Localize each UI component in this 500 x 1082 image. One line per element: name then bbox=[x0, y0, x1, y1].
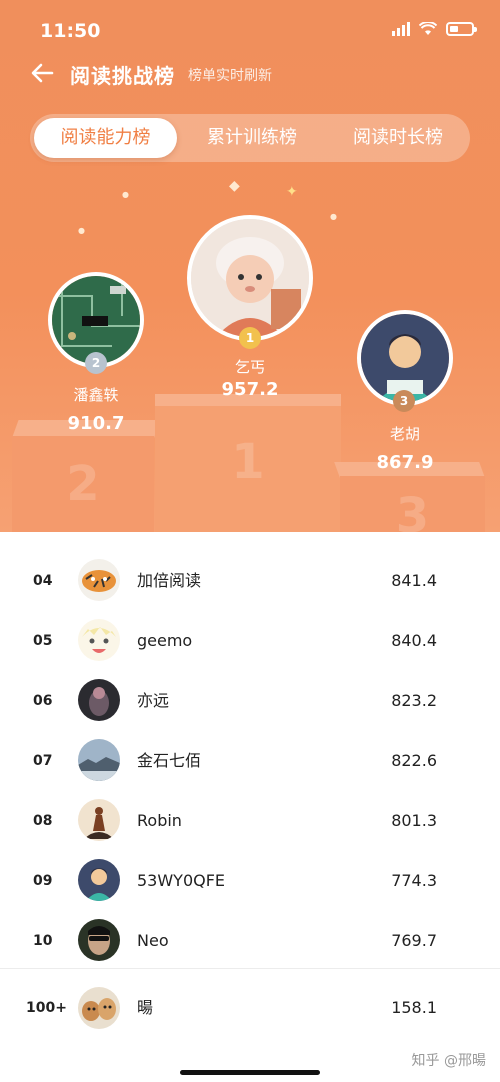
podium-number-third: 3 bbox=[395, 488, 430, 532]
home-indicator[interactable] bbox=[180, 1070, 320, 1075]
sparkle-icon: ● bbox=[330, 212, 337, 221]
ranking-row[interactable]: 05 geemo 840.4 bbox=[0, 611, 500, 671]
rank-number: 07 bbox=[33, 753, 53, 769]
battery-icon bbox=[446, 22, 477, 36]
tiger-avatar bbox=[78, 559, 120, 601]
user-score: 769.7 bbox=[391, 931, 437, 950]
silhouette-avatar bbox=[78, 799, 120, 841]
ranking-row[interactable]: 07 金石七佰 822.6 bbox=[0, 731, 500, 791]
wifi-icon bbox=[419, 22, 437, 35]
default-reader-avatar bbox=[78, 859, 120, 901]
zhihu-watermark: 知乎 @邢暘 bbox=[411, 1053, 486, 1069]
sparkle-icon: ✦ bbox=[286, 184, 298, 200]
my-user-score: 158.1 bbox=[391, 998, 437, 1017]
my-rank-row[interactable]: 100+ 暘 158.1 bbox=[0, 968, 500, 1046]
user-name: 亦远 bbox=[137, 691, 170, 710]
user-name: Robin bbox=[137, 811, 182, 830]
ranking-row[interactable]: 06 亦远 823.2 bbox=[0, 671, 500, 731]
user-name: 金石七佰 bbox=[137, 751, 202, 770]
tab-reading-ability[interactable]: 阅读能力榜 bbox=[34, 118, 177, 158]
user-score: 841.4 bbox=[391, 571, 437, 590]
user-name: Neo bbox=[137, 931, 169, 950]
rank-number: 04 bbox=[33, 573, 53, 589]
user-name: 加倍阅读 bbox=[137, 571, 202, 590]
ranking-row[interactable]: 10 Neo 769.7 bbox=[0, 911, 500, 971]
bronze-medal-badge: 3 bbox=[393, 390, 415, 412]
default-reader-icon bbox=[361, 314, 449, 402]
status-time: 11:50 bbox=[40, 20, 101, 42]
status-icons bbox=[392, 22, 477, 36]
page-title: 阅读挑战榜 bbox=[70, 64, 175, 88]
user-score: 801.3 bbox=[391, 811, 437, 830]
sparkle-icon: ● bbox=[122, 190, 129, 199]
podium-number-first: 1 bbox=[231, 434, 265, 490]
gold-medal-badge: 1 bbox=[239, 327, 261, 349]
page-subtitle: 榜单实时刷新 bbox=[188, 68, 272, 84]
ranking-row[interactable]: 04 加倍阅读 841.4 bbox=[0, 551, 500, 611]
second-place-name: 潘鑫轶 bbox=[73, 386, 119, 404]
neo-avatar bbox=[78, 919, 120, 961]
user-name: geemo bbox=[137, 631, 193, 650]
rank-number: 08 bbox=[33, 813, 53, 829]
rank-number: 06 bbox=[33, 693, 53, 709]
silver-medal-badge: 2 bbox=[85, 352, 107, 374]
first-place-avatar[interactable] bbox=[187, 215, 313, 341]
user-score: 822.6 bbox=[391, 751, 437, 770]
tab-reading-duration[interactable]: 阅读时长榜 bbox=[326, 114, 470, 162]
second-place-score: 910.7 bbox=[67, 413, 125, 434]
user-score: 840.4 bbox=[391, 631, 437, 650]
cartoon-avatar bbox=[78, 619, 120, 661]
first-place-name: 乞丐 bbox=[234, 358, 265, 376]
user-score: 823.2 bbox=[391, 691, 437, 710]
third-place-name: 老胡 bbox=[389, 425, 420, 443]
sparkle-icon: ◆ bbox=[229, 178, 240, 194]
baby-photo-icon bbox=[191, 219, 309, 337]
podium-number-second: 2 bbox=[66, 456, 100, 512]
third-place-score: 867.9 bbox=[376, 452, 434, 473]
landscape-avatar bbox=[78, 739, 120, 781]
sparkle-icon: ● bbox=[78, 226, 85, 235]
ranking-row[interactable]: 09 53WY0QFE 774.3 bbox=[0, 851, 500, 911]
tab-cumulative-training[interactable]: 累计训练榜 bbox=[180, 114, 324, 162]
circuit-board-icon bbox=[52, 276, 140, 364]
my-rank-number: 100+ bbox=[26, 1000, 67, 1016]
nav-bar: 阅读挑战榜 榜单实时刷新 bbox=[0, 56, 500, 90]
my-user-name: 暘 bbox=[137, 998, 154, 1017]
signal-icon bbox=[392, 22, 410, 36]
leaderboard-tabs: 阅读能力榜 累计训练榜 阅读时长榜 bbox=[30, 114, 470, 162]
user-score: 774.3 bbox=[391, 871, 437, 890]
status-bar: 11:50 bbox=[0, 0, 500, 56]
rank-number: 10 bbox=[33, 933, 53, 949]
rank-number: 05 bbox=[33, 633, 53, 649]
user-name: 53WY0QFE bbox=[137, 871, 226, 890]
leaderboard-header: 11:50 阅读挑战榜 榜单实时刷新 阅读能力榜 累计训练榜 阅读时长榜 ◆ ●… bbox=[0, 0, 500, 532]
dark-photo-avatar bbox=[78, 679, 120, 721]
first-place-score: 957.2 bbox=[221, 379, 279, 400]
ranking-row[interactable]: 08 Robin 801.3 bbox=[0, 791, 500, 851]
rank-number: 09 bbox=[33, 873, 53, 889]
dogs-avatar bbox=[78, 987, 120, 1029]
back-arrow-icon[interactable] bbox=[28, 58, 58, 88]
